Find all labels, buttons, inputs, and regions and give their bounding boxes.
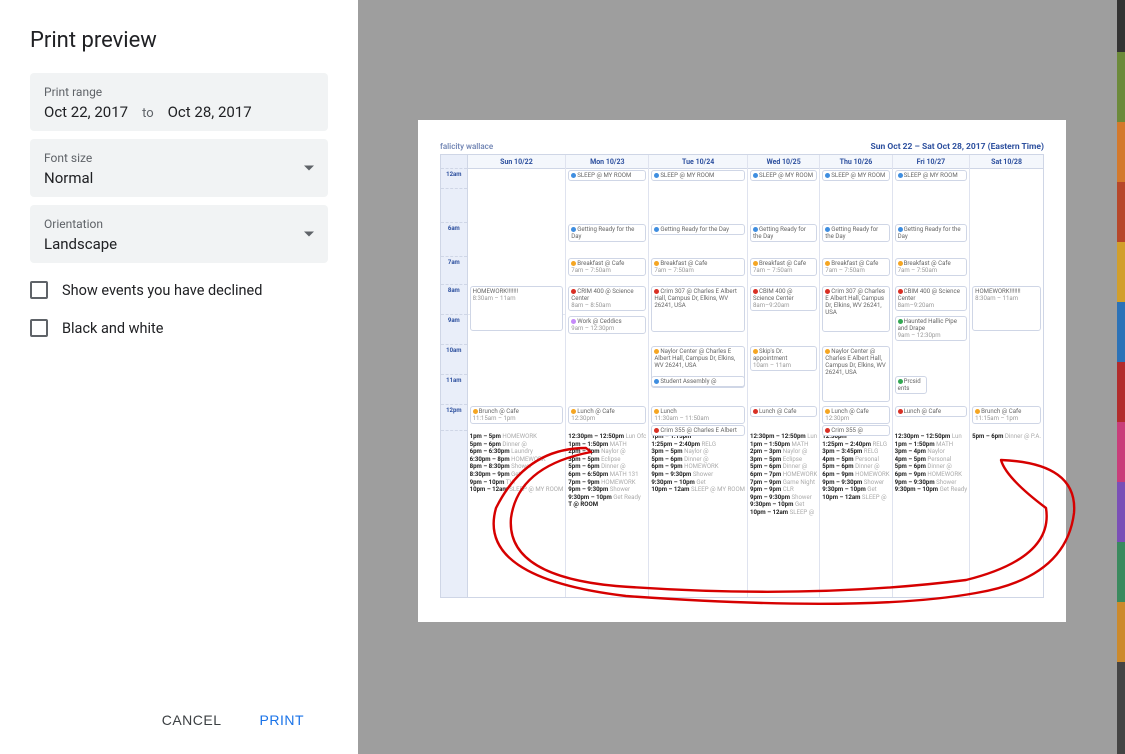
day-column: Sun 10/22 HOMEWORK!!!!!!!8:30am – 11am B… — [468, 155, 567, 597]
show-declined-label: Show events you have declined — [62, 282, 262, 299]
calendar-range: Sun Oct 22 – Sat Oct 28, 2017 (Eastern T… — [871, 142, 1044, 152]
page-title: Print preview — [0, 0, 358, 73]
chevron-down-icon — [304, 232, 314, 237]
calendar-grid: 12am 6am 7am 8am 9am 10am 11am 12pm Sun … — [440, 154, 1044, 598]
print-range-to: to — [142, 106, 154, 121]
print-preview-page: falicity wallace Sun Oct 22 – Sat Oct 28… — [418, 120, 1066, 622]
background-strip — [1117, 0, 1125, 754]
day-header: Fri 10/27 — [893, 155, 970, 169]
font-size-label: Font size — [44, 151, 314, 165]
day-column: Tue 10/24SLEEP @ MY ROOM Getting Ready f… — [649, 155, 748, 597]
day-header: Mon 10/23 — [566, 155, 648, 169]
calendar-owner: falicity wallace — [440, 142, 493, 152]
day-header: Sun 10/22 — [468, 155, 566, 169]
day-header: Wed 10/25 — [748, 155, 819, 169]
print-range-label: Print range — [44, 85, 314, 99]
chevron-down-icon — [304, 166, 314, 171]
orientation-dropdown[interactable]: Orientation Landscape — [30, 205, 328, 263]
day-header: Sat 10/28 — [970, 155, 1043, 169]
day-column: Thu 10/26SLEEP @ MY ROOM Getting Ready f… — [820, 155, 892, 597]
day-column: Mon 10/23SLEEP @ MY ROOM Getting Ready f… — [566, 155, 649, 597]
print-range-field[interactable]: Print range Oct 22, 2017 to Oct 28, 2017 — [30, 73, 328, 131]
orientation-label: Orientation — [44, 217, 314, 231]
day-column: Fri 10/27SLEEP @ MY ROOM Getting Ready f… — [893, 155, 971, 597]
print-range-end[interactable]: Oct 28, 2017 — [168, 103, 252, 121]
print-button[interactable]: PRINT — [256, 706, 309, 734]
cancel-button[interactable]: CANCEL — [158, 706, 226, 734]
day-header: Thu 10/26 — [820, 155, 891, 169]
font-size-dropdown[interactable]: Font size Normal — [30, 139, 328, 197]
black-white-label: Black and white — [62, 320, 164, 337]
font-size-value: Normal — [44, 169, 314, 187]
day-column: Sat 10/28 HOMEWORK!!!!!!!8:30am – 11am B… — [970, 155, 1043, 597]
day-header: Tue 10/24 — [649, 155, 747, 169]
print-preview-sidebar: Print preview Print range Oct 22, 2017 t… — [0, 0, 358, 754]
day-column: Wed 10/25SLEEP @ MY ROOM Getting Ready f… — [748, 155, 820, 597]
orientation-value: Landscape — [44, 235, 314, 253]
time-column: 12am 6am 7am 8am 9am 10am 11am 12pm — [441, 155, 468, 597]
print-range-start[interactable]: Oct 22, 2017 — [44, 103, 128, 121]
show-declined-checkbox[interactable] — [30, 281, 48, 299]
black-white-checkbox[interactable] — [30, 319, 48, 337]
